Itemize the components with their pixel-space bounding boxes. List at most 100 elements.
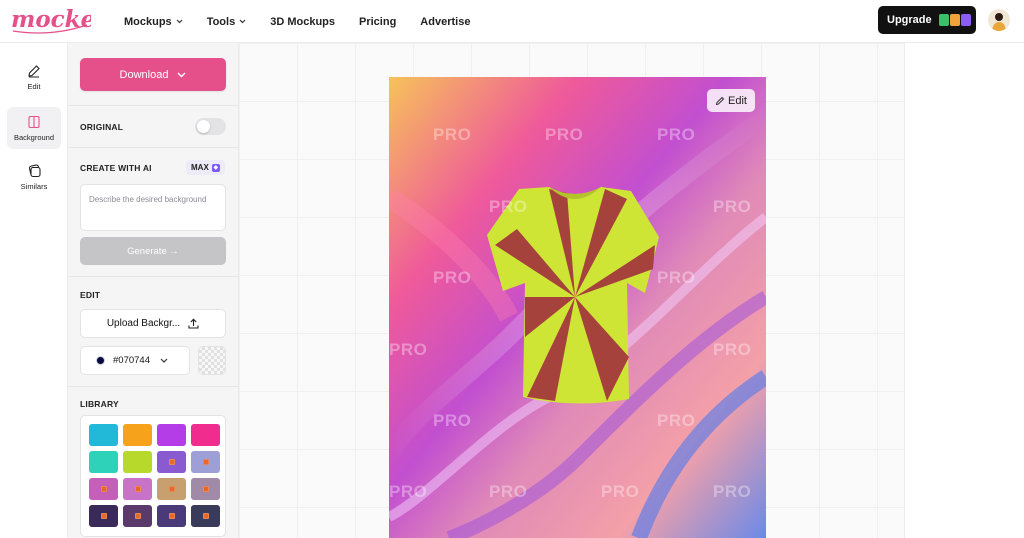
transparent-background-button[interactable]: [198, 346, 226, 375]
library-swatch[interactable]: [123, 505, 152, 527]
nav-pricing[interactable]: Pricing: [359, 16, 396, 28]
max-badge-text: MAX: [191, 163, 209, 172]
svg-text:mockey: mockey: [11, 6, 91, 33]
pro-watermark: PRO: [389, 340, 428, 359]
pro-watermark: PRO: [433, 411, 472, 430]
max-badge-icon: ◆: [211, 163, 220, 172]
library-swatch[interactable]: [89, 478, 118, 500]
nav-pricing-label: Pricing: [359, 15, 397, 28]
divider: [68, 386, 239, 387]
library-swatch[interactable]: [191, 478, 220, 500]
chevron-down-icon: [239, 19, 246, 24]
color-swatch-dot: [96, 356, 105, 365]
download-button[interactable]: Download: [80, 58, 226, 91]
library-swatch[interactable]: [157, 424, 186, 446]
upgrade-button[interactable]: Upgrade: [878, 6, 976, 34]
pro-watermark: PRO: [657, 125, 696, 144]
edit-section-label: EDIT: [80, 290, 101, 300]
premium-icon: [100, 513, 107, 519]
generate-label: Generate →: [127, 245, 179, 257]
pro-watermark: PRO: [713, 482, 752, 501]
pro-watermark: PRO: [713, 340, 752, 359]
mockup-preview[interactable]: PRO PRO PRO PRO PRO PRO PRO PRO PRO PRO …: [389, 77, 766, 538]
rail-item-edit[interactable]: Edit: [7, 56, 61, 98]
chevron-down-icon: [176, 19, 183, 24]
ai-prompt-input[interactable]: Describe the desired background: [80, 184, 226, 231]
library-swatch[interactable]: [157, 451, 186, 473]
library-swatch[interactable]: [89, 451, 118, 473]
nav-3d-mockups-label: 3D Mockups: [270, 15, 335, 28]
upload-icon: [188, 318, 199, 329]
user-avatar-icon: [992, 13, 1006, 31]
pro-watermark: PRO: [433, 268, 472, 287]
upload-label: Upload Backgr...: [106, 318, 181, 329]
tool-rail: Edit Background Similars: [0, 43, 68, 538]
mockup-edit-button[interactable]: Edit: [707, 89, 755, 112]
divider: [68, 105, 239, 106]
badge-purple: [960, 14, 971, 26]
pro-watermark: PRO: [657, 268, 696, 287]
premium-icon: [168, 513, 175, 519]
nav-mockups[interactable]: Mockups: [124, 16, 183, 28]
avatar[interactable]: [988, 9, 1010, 31]
nav-tools-label: Tools: [206, 15, 236, 28]
library-swatch[interactable]: [89, 424, 118, 446]
premium-icon: [202, 486, 209, 492]
nav-mockups-label: Mockups: [124, 15, 172, 28]
top-navbar: mockey Mockups Tools 3D Mockups Pricing …: [0, 0, 1024, 43]
chevron-down-icon: [160, 358, 168, 363]
premium-icon: [134, 486, 141, 492]
pro-watermark: PRO: [489, 197, 528, 216]
rail-item-similars[interactable]: Similars: [7, 156, 61, 198]
generate-button[interactable]: Generate →: [80, 237, 226, 265]
library-swatch[interactable]: [157, 505, 186, 527]
premium-icon: [100, 486, 107, 492]
library-swatch[interactable]: [191, 505, 220, 527]
nav-advertise[interactable]: Advertise: [420, 16, 470, 28]
similars-icon: [28, 163, 41, 177]
background-library: [80, 415, 226, 537]
rail-similars-label: Similars: [20, 181, 48, 191]
ai-prompt-placeholder: Describe the desired background: [89, 195, 207, 204]
nav-tools[interactable]: Tools: [207, 16, 247, 28]
nav-advertise-label: Advertise: [420, 15, 471, 28]
nav-3d-mockups[interactable]: 3D Mockups: [270, 16, 335, 28]
upgrade-badges: [938, 14, 971, 26]
background-icon: [28, 115, 40, 128]
library-swatch[interactable]: [123, 478, 152, 500]
badge-orange: [949, 14, 960, 26]
library-swatch[interactable]: [123, 424, 152, 446]
color-value: #070744: [113, 355, 150, 366]
rail-background-label: Background: [13, 132, 55, 142]
library-swatch[interactable]: [123, 451, 152, 473]
divider: [68, 147, 239, 148]
mockup-background-image: [389, 77, 766, 538]
premium-icon: [168, 486, 175, 492]
pro-watermark: PRO: [657, 411, 696, 430]
pro-watermark: PRO: [433, 125, 472, 144]
premium-icon: [134, 513, 141, 519]
premium-icon: [202, 513, 209, 519]
library-swatch[interactable]: [191, 424, 220, 446]
create-with-ai-label: CREATE WITH AI: [80, 163, 152, 173]
original-toggle[interactable]: [195, 118, 226, 135]
pencil-icon: [715, 96, 725, 105]
premium-icon: [168, 459, 175, 465]
right-panel: [904, 43, 1024, 538]
pro-watermark: PRO: [389, 482, 428, 501]
mockup-edit-label: Edit: [728, 94, 747, 107]
badge-green: [938, 14, 949, 26]
pencil-icon: [28, 64, 40, 78]
library-swatch[interactable]: [89, 505, 118, 527]
color-picker[interactable]: #070744: [80, 346, 190, 375]
library-swatch[interactable]: [191, 451, 220, 473]
pro-watermark: PRO: [601, 482, 640, 501]
premium-icon: [202, 459, 209, 465]
pro-watermark: PRO: [545, 125, 584, 144]
rail-item-background[interactable]: Background: [7, 107, 61, 149]
upload-background-button[interactable]: Upload Backgr...: [80, 309, 226, 338]
background-panel: Download ORIGINAL CREATE WITH AI MAX ◆ D…: [68, 43, 239, 538]
library-swatch[interactable]: [157, 478, 186, 500]
mockey-logo[interactable]: mockey: [11, 3, 91, 37]
pro-watermark: PRO: [713, 197, 752, 216]
